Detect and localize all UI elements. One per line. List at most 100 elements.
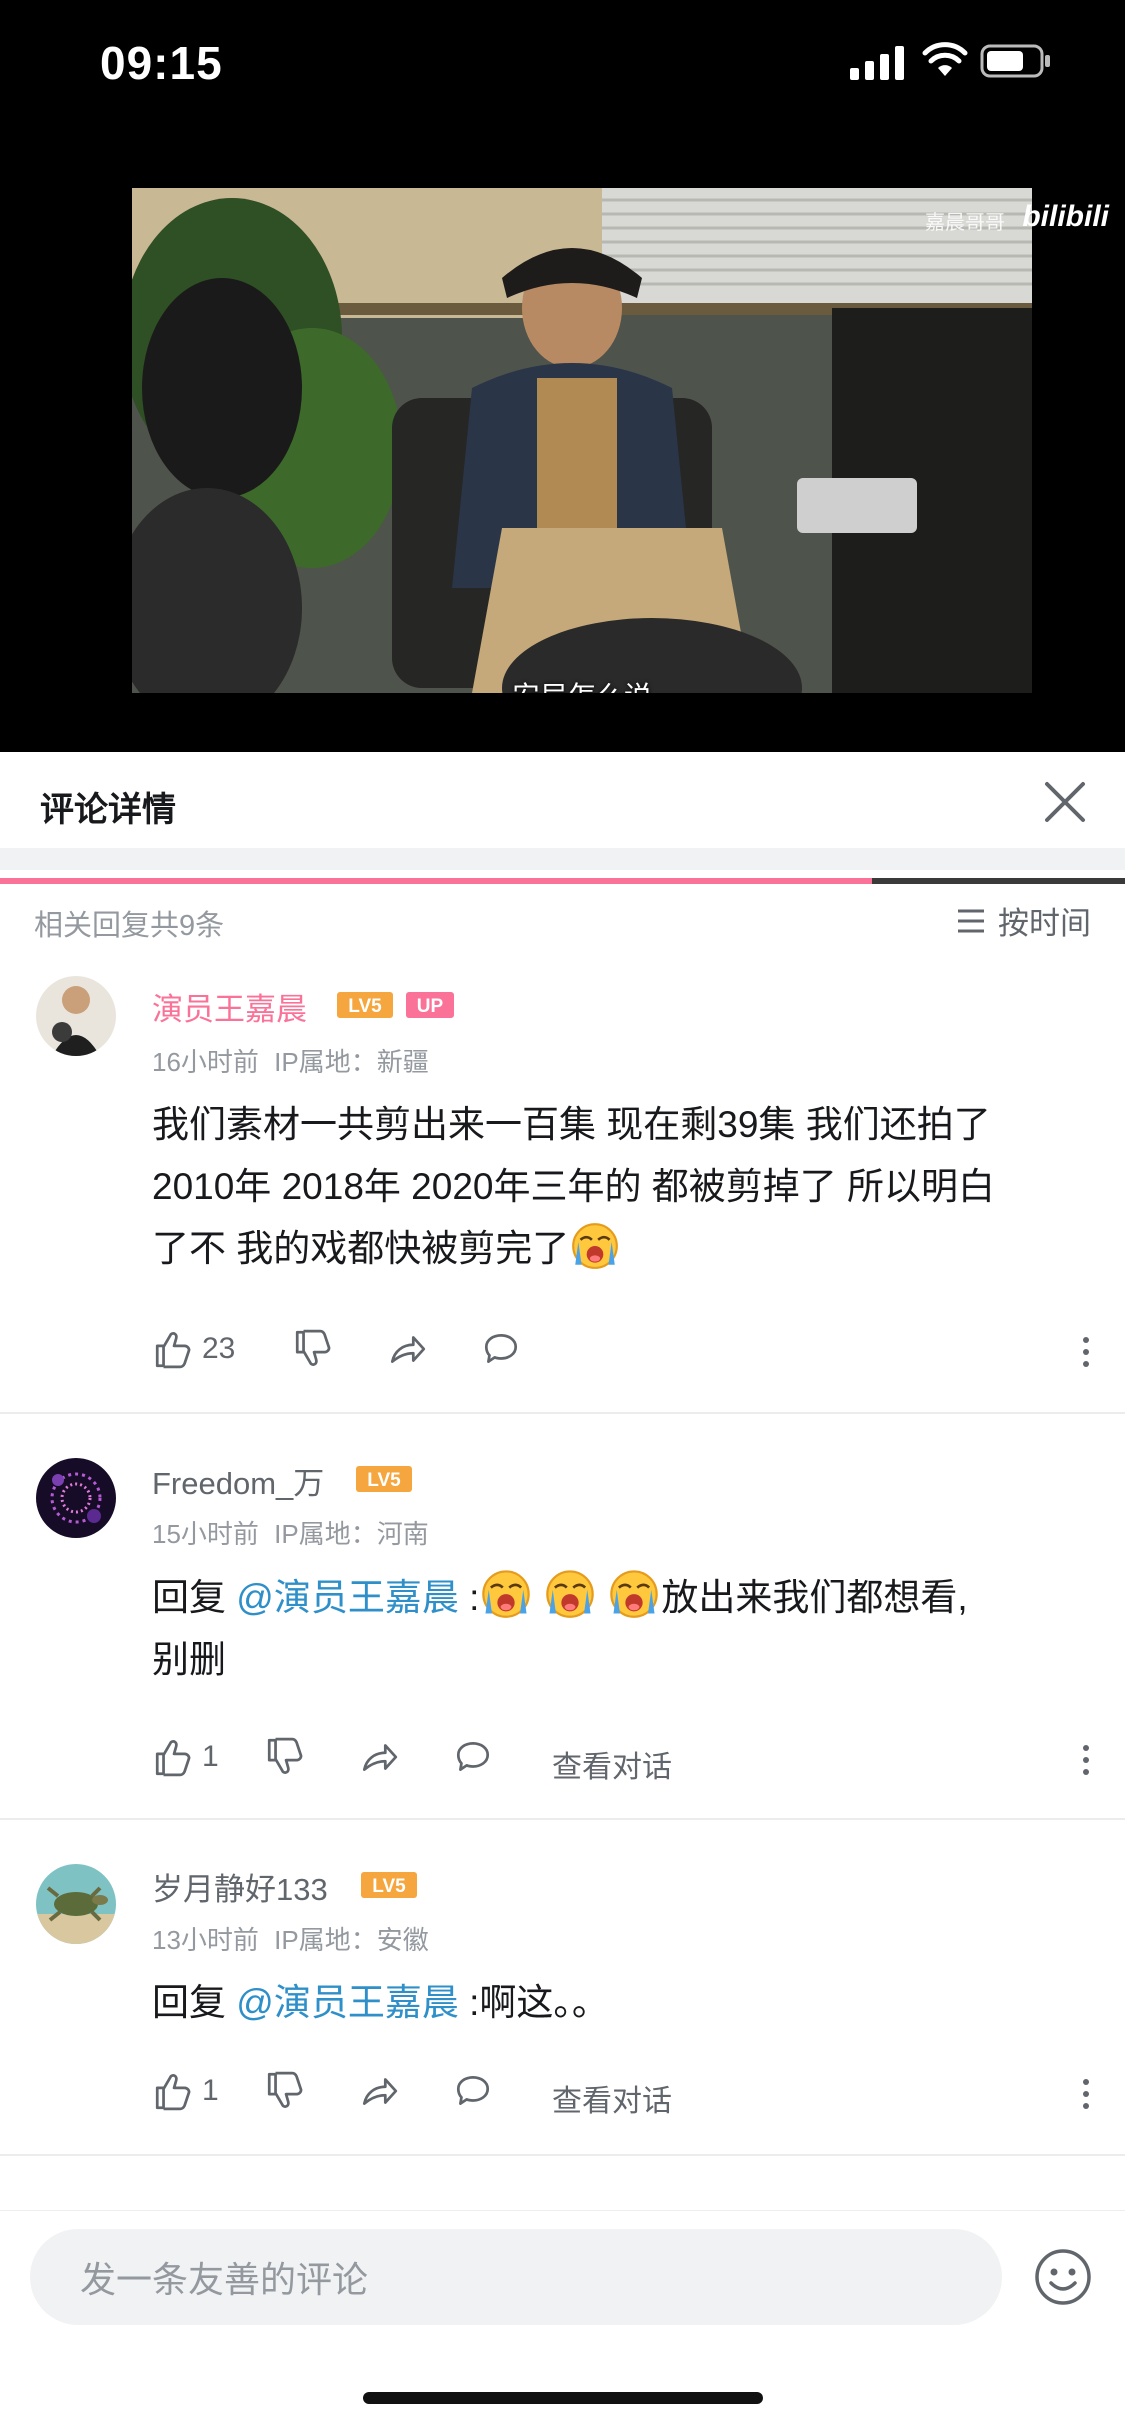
status-time: 09:15 (100, 37, 223, 89)
comment-icon (452, 1736, 494, 1778)
mention-link[interactable]: @演员王嘉晨 (236, 1577, 459, 1618)
comment-actions: 1 查看对话 (152, 2070, 1092, 2120)
status-bar: 09:15 (0, 0, 1125, 130)
video-scene-image (132, 188, 1032, 693)
thumbs-down-icon (264, 1736, 306, 1778)
dislike-button[interactable] (292, 1328, 334, 1370)
reply-count-row: 相关回复共9条 按时间 (0, 870, 1125, 970)
more-vertical-icon[interactable] (1080, 1740, 1092, 1780)
view-conversation-button[interactable]: 查看对话 (552, 2076, 672, 2120)
comment-ip: IP属地：安徽 (274, 1925, 429, 1955)
level-badge (337, 992, 393, 1018)
more-vertical-icon[interactable] (1080, 2074, 1092, 2114)
like-count: 23 (202, 1332, 236, 1365)
comment-time: 16小时前 (152, 1047, 259, 1077)
avatar[interactable] (36, 1458, 116, 1538)
crying-emoji-icon (479, 1566, 533, 1620)
comment-content: 回复 @演员王嘉晨 : 放出来我们都想看, 别删 (152, 1566, 1072, 1691)
video-subtitle: 安局怎么说 (132, 675, 1032, 693)
close-icon[interactable] (1035, 772, 1095, 832)
like-button[interactable]: 23 (152, 1328, 235, 1370)
comment-username[interactable]: 岁月静好133 (152, 1864, 328, 1909)
thumbs-down-icon (264, 2070, 306, 2112)
crying-emoji-icon (569, 1219, 621, 1271)
comment-line: 了不 我的戏都快被剪完了 (152, 1218, 1072, 1280)
comment-divider (0, 2154, 1125, 2156)
share-icon (358, 1736, 400, 1778)
comment-meta: 13小时前 IP属地：安徽 (152, 1920, 429, 1957)
mention-link[interactable]: @演员王嘉晨 (236, 1982, 459, 2023)
comment-content: 我们素材一共剪出来一百集 现在剩39集 我们还拍了 2010年 2018年 20… (152, 1094, 1072, 1280)
comment-username[interactable]: Freedom_万 (152, 1458, 324, 1503)
dislike-button[interactable] (264, 1736, 306, 1778)
video-player[interactable]: 安局怎么说 嘉晨哥哥 bilibili (0, 130, 1125, 884)
share-icon (358, 2070, 400, 2112)
sort-button[interactable]: 按时间 (956, 898, 1091, 943)
avatar[interactable] (36, 976, 116, 1056)
comment-line: 我们素材一共剪出来一百集 现在剩39集 我们还拍了 (152, 1104, 991, 1145)
comment-line: 别删 (152, 1639, 226, 1680)
wifi-icon (922, 42, 968, 76)
signal-icon (850, 46, 904, 80)
reply-button[interactable] (452, 2070, 494, 2112)
uploader-watermark: 嘉晨哥哥 (925, 212, 1005, 234)
video-frame[interactable]: 安局怎么说 (132, 188, 1032, 693)
reply-button[interactable] (480, 1328, 522, 1370)
share-icon (386, 1328, 428, 1370)
comment-username[interactable]: 演员王嘉晨 (152, 984, 307, 1029)
list-icon (958, 909, 984, 932)
comment-divider (0, 1412, 1125, 1414)
like-button[interactable]: 1 (152, 2070, 219, 2112)
thumbs-down-icon (292, 1328, 334, 1370)
share-button[interactable] (358, 1736, 400, 1778)
comment-time: 15小时前 (152, 1519, 259, 1549)
reply-button[interactable] (452, 1736, 494, 1778)
dislike-button[interactable] (264, 2070, 306, 2112)
comment-icon (452, 2070, 494, 2112)
up-badge-text: UP (417, 996, 444, 1017)
comment-meta: 16小时前 IP属地：新疆 (152, 1042, 429, 1079)
more-vertical-icon[interactable] (1080, 1332, 1092, 1372)
battery-icon (980, 44, 1050, 78)
thumbs-up-icon (152, 1736, 194, 1778)
level-badge (361, 1872, 417, 1898)
comment-content: 回复 @演员王嘉晨 :啊这。。 (152, 1972, 1072, 2034)
avatar-image (36, 1458, 116, 1538)
panel-title: 评论详情 (40, 791, 176, 829)
emoji-icon[interactable] (1033, 2247, 1093, 2307)
avatar-image (36, 976, 116, 1056)
username-text: 演员王嘉晨 (152, 992, 307, 1027)
like-button[interactable]: 1 (152, 1736, 219, 1778)
comment-ip: IP属地：河南 (274, 1519, 429, 1549)
thumbs-up-icon (152, 1328, 194, 1370)
bilibili-logo: bilibili (1022, 200, 1109, 233)
comment-detail-header: 评论详情 (0, 756, 1125, 848)
avatar[interactable] (36, 1864, 116, 1944)
sort-label: 按时间 (998, 906, 1091, 941)
crying-emoji-icon (607, 1566, 661, 1620)
section-divider (0, 848, 1125, 870)
comment-meta: 15小时前 IP属地：河南 (152, 1514, 429, 1551)
view-conversation-button[interactable]: 查看对话 (552, 1742, 672, 1786)
comment-line: 2010年 2018年 2020年三年的 都被剪掉了 所以明白 (152, 1166, 996, 1207)
comment-line: 回复 @演员王嘉晨 : 放出来我们都想看, (152, 1566, 1072, 1629)
comment-input[interactable]: 发一条友善的评论 (30, 2229, 1002, 2325)
comment-actions: 23 (152, 1328, 1092, 1378)
comment-time: 13小时前 (152, 1925, 259, 1955)
avatar-image (36, 1864, 116, 1944)
comment-ip: IP属地：新疆 (274, 1047, 429, 1077)
comment-actions: 1 查看对话 (152, 1736, 1092, 1786)
comment-icon (480, 1328, 522, 1370)
comment-line: 回复 @演员王嘉晨 :啊这。。 (152, 1982, 609, 2023)
share-button[interactable] (386, 1328, 428, 1370)
level-badge (356, 1466, 412, 1492)
like-count: 1 (202, 1740, 219, 1773)
share-button[interactable] (358, 2070, 400, 2112)
reply-count: 相关回复共9条 (34, 910, 225, 942)
up-badge: UP (406, 992, 454, 1018)
like-count: 1 (202, 2074, 219, 2107)
home-indicator[interactable] (363, 2392, 763, 2404)
thumbs-up-icon (152, 2070, 194, 2112)
crying-emoji-icon (543, 1566, 597, 1620)
comment-divider (0, 1818, 1125, 1820)
